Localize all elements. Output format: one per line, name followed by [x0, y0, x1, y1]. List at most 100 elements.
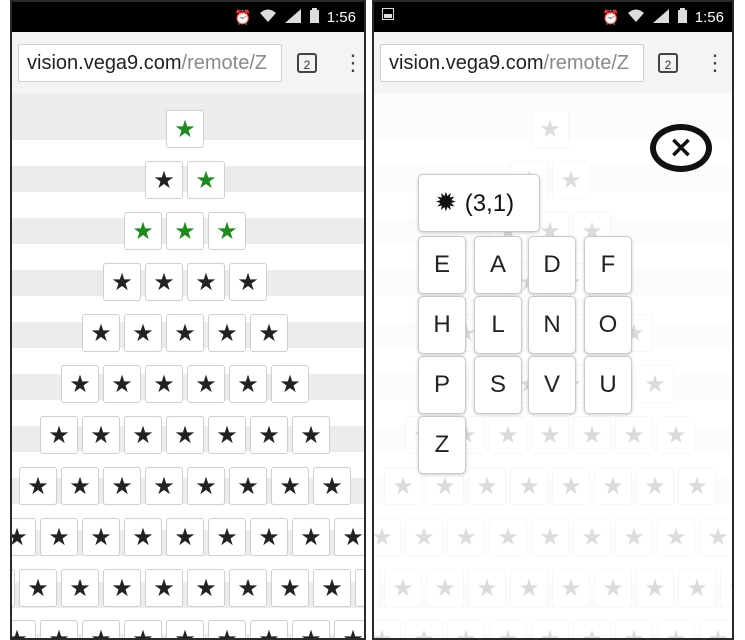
selection-overlay: × ✹ (3,1) EADF HLNO PSVU Z — [374, 94, 732, 638]
star-cell[interactable]: ★ — [229, 365, 267, 403]
letter-key-h[interactable]: H — [418, 296, 466, 354]
star-cell[interactable]: ★ — [208, 314, 246, 352]
right-phone-screen: ⏰ 1:56 vision.vega9.com/remote/Z 2 ⋮ ★★★… — [372, 0, 734, 640]
letter-key-a[interactable]: A — [474, 236, 522, 294]
status-icons: ⏰ 1:56 — [602, 8, 724, 26]
star-cell[interactable]: ★ — [103, 365, 141, 403]
star-cell[interactable]: ★ — [334, 518, 364, 556]
star-cell[interactable]: ★ — [82, 620, 120, 638]
star-pyramid: ★ ★ ★ ★ ★ ★ ★ ★ ★ ★ ★ ★ ★ ★ ★ ★ ★ ★ ★ ★ ★ ★ ★ ★ ★ ★ ★ ★ ★ ★ ★ ★ ★ ★ ★ ★ ★ ★ ★ ★… — [12, 94, 364, 638]
star-cell[interactable]: ★ — [250, 620, 288, 638]
star-cell[interactable]: ★ — [12, 620, 36, 638]
star-cell[interactable]: ★ — [334, 620, 364, 638]
star-cell[interactable]: ★ — [250, 314, 288, 352]
star-cell[interactable]: ★ — [40, 620, 78, 638]
star-cell[interactable]: ★ — [229, 569, 267, 607]
battery-icon — [309, 8, 319, 26]
battery-icon — [677, 8, 687, 26]
star-cell[interactable]: ★ — [103, 467, 141, 505]
star-cell[interactable]: ★ — [61, 365, 99, 403]
star-cell[interactable]: ★ — [208, 620, 246, 638]
star-cell[interactable]: ★ — [103, 569, 141, 607]
star-cell[interactable]: ★ — [271, 467, 309, 505]
url-path: /remote/Z — [543, 52, 630, 74]
close-button[interactable]: × — [650, 124, 712, 172]
star-cell[interactable]: ★ — [145, 569, 183, 607]
star-cell[interactable]: ★ — [124, 518, 162, 556]
star-cell[interactable]: ★ — [145, 365, 183, 403]
star-cell[interactable]: ★ — [166, 620, 204, 638]
tab-switcher-button[interactable]: 2 — [297, 53, 317, 73]
letter-key-n[interactable]: N — [528, 296, 576, 354]
star-cell[interactable]: ★ — [124, 314, 162, 352]
star-cell[interactable]: ★ — [187, 467, 225, 505]
star-cell[interactable]: ★ — [187, 365, 225, 403]
url-field[interactable]: vision.vega9.com/remote/Z — [380, 44, 644, 82]
star-cell[interactable]: ★ — [124, 620, 162, 638]
star-cell[interactable]: ★ — [82, 314, 120, 352]
star-cell[interactable]: ★ — [166, 314, 204, 352]
star-cell[interactable]: ★ — [166, 518, 204, 556]
signal-icon — [284, 8, 302, 26]
letter-key-z[interactable]: Z — [418, 416, 466, 474]
star-cell[interactable]: ★ — [82, 416, 120, 454]
star-cell[interactable]: ★ — [355, 569, 364, 607]
star-cell[interactable]: ★ — [19, 569, 57, 607]
star-cell[interactable]: ★ — [145, 263, 183, 301]
letter-key-u[interactable]: U — [584, 356, 632, 414]
letter-key-p[interactable]: P — [418, 356, 466, 414]
star-cell[interactable]: ★ — [208, 416, 246, 454]
letter-key-d[interactable]: D — [528, 236, 576, 294]
star-cell[interactable]: ★ — [124, 416, 162, 454]
star-cell[interactable]: ★ — [271, 365, 309, 403]
star-cell[interactable]: ★ — [124, 212, 162, 250]
letter-key-f[interactable]: F — [584, 236, 632, 294]
star-cell[interactable]: ★ — [166, 212, 204, 250]
star-cell[interactable]: ★ — [187, 263, 225, 301]
star-cell[interactable]: ★ — [250, 416, 288, 454]
star-cell[interactable]: ★ — [40, 416, 78, 454]
star-cell[interactable]: ★ — [187, 161, 225, 199]
alarm-icon: ⏰ — [602, 8, 620, 25]
letter-key-l[interactable]: L — [474, 296, 522, 354]
url-path: /remote/Z — [181, 52, 268, 74]
wifi-icon — [259, 9, 276, 26]
overflow-menu-icon[interactable]: ⋮ — [342, 50, 364, 76]
star-cell[interactable]: ★ — [208, 212, 246, 250]
star-cell[interactable]: ★ — [292, 620, 330, 638]
star-cell[interactable]: ★ — [250, 518, 288, 556]
letter-key-o[interactable]: O — [584, 296, 632, 354]
star-cell[interactable]: ★ — [187, 569, 225, 607]
tab-switcher-button[interactable]: 2 — [658, 53, 678, 73]
star-cell[interactable]: ★ — [166, 416, 204, 454]
star-cell[interactable]: ★ — [145, 161, 183, 199]
star-cell[interactable]: ★ — [61, 467, 99, 505]
selected-cell-header: ✹ (3,1) — [418, 174, 540, 232]
star-cell[interactable]: ★ — [208, 518, 246, 556]
star-cell[interactable]: ★ — [40, 518, 78, 556]
overflow-menu-icon[interactable]: ⋮ — [704, 50, 726, 76]
star-cell[interactable]: ★ — [61, 569, 99, 607]
star-cell[interactable]: ★ — [82, 518, 120, 556]
star-cell[interactable]: ★ — [12, 518, 36, 556]
star-cell[interactable]: ★ — [103, 263, 141, 301]
star-cell[interactable]: ★ — [292, 416, 330, 454]
url-field[interactable]: vision.vega9.com/remote/Z — [18, 44, 282, 82]
star-cell[interactable]: ★ — [229, 263, 267, 301]
letter-key-v[interactable]: V — [528, 356, 576, 414]
left-phone-screen: ⏰ 1:56 vision.vega9.com/remote/Z 2 ⋮ ★ ★ ★… — [10, 0, 366, 640]
star-cell[interactable]: ★ — [145, 467, 183, 505]
status-bar: ⏰ 1:56 — [12, 2, 364, 32]
star-cell[interactable]: ★ — [166, 110, 204, 148]
letter-key-e[interactable]: E — [418, 236, 466, 294]
letter-key-s[interactable]: S — [474, 356, 522, 414]
star-cell[interactable]: ★ — [12, 569, 15, 607]
star-cell[interactable]: ★ — [313, 467, 351, 505]
star-cell[interactable]: ★ — [19, 467, 57, 505]
selected-cell-coordinates: (3,1) — [464, 190, 515, 217]
star-cell[interactable]: ★ — [292, 518, 330, 556]
star-cell[interactable]: ★ — [271, 569, 309, 607]
star-cell[interactable]: ★ — [313, 569, 351, 607]
url-domain: vision.vega9.com — [27, 52, 182, 74]
star-cell[interactable]: ★ — [229, 467, 267, 505]
